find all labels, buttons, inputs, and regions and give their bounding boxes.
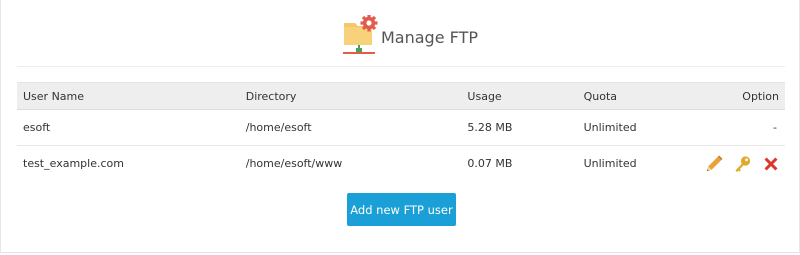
cell-quota: Unlimited — [583, 157, 637, 171]
table-header-row: User Name Directory Usage Quota Option — [17, 82, 785, 110]
page-title: Manage FTP — [381, 27, 478, 47]
cell-directory: /home/esoft — [245, 121, 312, 134]
edit-icon[interactable] — [704, 154, 724, 174]
column-header-user-name: User Name — [17, 82, 240, 110]
cell-user-name: test_example.com — [23, 157, 124, 171]
column-header-usage: Usage — [461, 82, 578, 110]
column-header-quota: Quota — [577, 82, 693, 110]
page-header: Manage FTP — [17, 10, 785, 67]
ftp-folder-icon — [343, 15, 378, 54]
column-header-option: Option — [693, 82, 785, 110]
table-row: esoft /home/esoft 5.28 MB Unlimited - — [17, 110, 785, 146]
cell-quota: Unlimited — [583, 121, 637, 134]
ftp-panel: Manage FTP User Name Directory Usage Quo… — [0, 0, 800, 253]
add-ftp-user-button[interactable]: Add new FTP user — [347, 193, 456, 226]
cell-usage: 5.28 MB — [467, 121, 513, 134]
header-title-group: Manage FTP — [342, 15, 478, 55]
cell-directory: /home/esoft/www — [245, 157, 343, 171]
cell-options — [693, 146, 785, 182]
key-icon[interactable] — [733, 154, 753, 174]
table-row: test_example.com /home/esoft/www 0.07 MB… — [17, 146, 785, 182]
cell-usage: 0.07 MB — [467, 157, 513, 171]
cell-option-none: - — [773, 121, 777, 134]
delete-icon[interactable] — [761, 154, 781, 174]
column-header-directory: Directory — [239, 82, 462, 110]
cell-user-name: esoft — [23, 121, 51, 134]
ftp-users-table: User Name Directory Usage Quota Option e… — [17, 82, 785, 182]
